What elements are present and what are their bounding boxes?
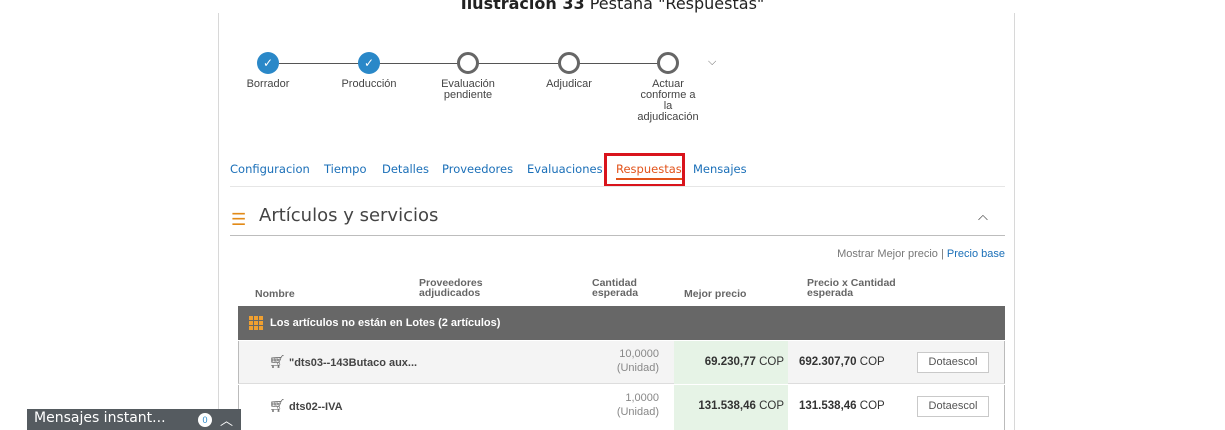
best-price-cell: 131.538,46 COP — [674, 385, 788, 430]
best-price-amount: 69.230,77 — [704, 356, 756, 368]
step-produccion[interactable]: ✓ Producción — [334, 52, 404, 90]
list-icon: ☰ — [231, 210, 247, 229]
item-quantity: 1,0000 (Unidad) — [569, 391, 659, 419]
step-label: Actuar conforme a la adjudicación — [637, 78, 699, 123]
unread-count-badge: 0 — [198, 413, 212, 427]
chat-label: Mensajes instant... — [34, 410, 166, 426]
best-price-cell: 69.230,77 COP — [674, 341, 788, 384]
collapse-chevron-icon[interactable]: ⌵ — [978, 211, 988, 227]
step-label: Adjudicar — [546, 78, 592, 90]
figure-caption: Ilustración 33 Pestaña "Respuestas" — [0, 0, 1225, 13]
tab-evaluaciones[interactable]: Evaluaciones — [527, 162, 603, 176]
item-name[interactable]: dts02--IVA — [289, 401, 343, 413]
pending-circle-icon — [657, 52, 679, 74]
base-price-link[interactable]: Precio base — [947, 248, 1005, 260]
tab-detalles[interactable]: Detalles — [382, 162, 429, 176]
pending-circle-icon — [558, 52, 580, 74]
column-header-awarded: Proveedores adjudicados — [419, 278, 483, 299]
step-borrador[interactable]: ✓ Borrador — [233, 52, 303, 90]
tab-configuracion[interactable]: Configuracion — [230, 162, 310, 176]
best-price: 131.538,46 COP — [698, 400, 784, 412]
step-label: Borrador — [246, 78, 290, 90]
step-evaluacion-pendiente[interactable]: Evaluación pendiente — [432, 52, 504, 101]
column-header-quantity: Cantidad esperada — [592, 278, 639, 299]
quantity-unit: (Unidad) — [616, 406, 659, 418]
currency: COP — [859, 356, 885, 368]
column-header-total: Precio x Cantidad esperada — [807, 278, 896, 299]
lot-group-header[interactable]: Los artículos no están en Lotes (2 artíc… — [238, 306, 1005, 340]
quantity-unit: (Unidad) — [616, 362, 659, 374]
table-row: 🛒︎ dts02--IVA 1,0000 (Unidad) x 131.538,… — [238, 385, 1005, 430]
item-quantity: 10,0000 (Unidad) — [569, 347, 659, 375]
caption-text: Pestaña "Respuestas" — [589, 0, 765, 13]
step-actuar[interactable]: Actuar conforme a la adjudicación — [633, 52, 703, 123]
supplier-button[interactable]: Dotaescol — [917, 352, 989, 373]
supplier-button[interactable]: Dotaescol — [917, 396, 989, 417]
check-icon: ✓ — [358, 52, 380, 74]
cart-icon: 🛒︎ — [269, 398, 286, 413]
divider — [230, 235, 1005, 236]
column-header-best-price: Mejor precio — [684, 288, 747, 300]
header-line: esperada — [592, 287, 639, 299]
currency: COP — [859, 400, 885, 412]
total-price: 131.538,46 COP — [799, 400, 885, 412]
cart-icon: 🛒︎ — [269, 354, 286, 369]
table-row: 🛒︎ "dts03--143Butaco aux... 10,0000 (Uni… — [238, 341, 1005, 384]
best-price-amount: 131.538,46 — [698, 400, 756, 412]
caption-number: Ilustración 33 — [460, 0, 585, 13]
process-stepper: ✓ Borrador ✓ Producción Evaluación pendi… — [247, 52, 748, 142]
total-price: 692.307,70 COP — [799, 356, 885, 368]
tab-proveedores[interactable]: Proveedores — [442, 162, 513, 176]
section-title: Artículos y servicios — [259, 205, 439, 226]
price-toggle: Mostrar Mejor precio | Precio base — [837, 248, 1005, 260]
pending-circle-icon — [457, 52, 479, 74]
group-label: Los artículos no están en Lotes (2 artíc… — [270, 317, 501, 329]
column-header-name: Nombre — [255, 288, 295, 300]
quantity-value: 1,0000 — [625, 392, 659, 404]
chevron-up-icon[interactable]: ︿ — [220, 410, 233, 429]
currency: COP — [759, 400, 784, 412]
step-label: Producción — [341, 78, 397, 90]
chevron-down-icon[interactable]: ⌵ — [708, 56, 716, 69]
price-toggle-text: Mostrar Mejor precio | — [837, 248, 944, 260]
total-price-amount: 692.307,70 — [799, 356, 857, 368]
check-icon: ✓ — [257, 52, 279, 74]
instant-messages-bar[interactable]: Mensajes instant... 0 ︿ — [27, 409, 241, 430]
step-label: Evaluación pendiente — [441, 78, 495, 101]
divider — [230, 186, 1005, 187]
best-price: 69.230,77 COP — [705, 356, 784, 368]
grid-icon — [249, 316, 263, 330]
tab-mensajes[interactable]: Mensajes — [693, 162, 747, 176]
tab-tiempo[interactable]: Tiempo — [324, 162, 366, 176]
header-line: esperada — [807, 287, 854, 299]
header-line: adjudicados — [419, 287, 481, 299]
currency: COP — [759, 356, 784, 368]
highlight-box — [604, 153, 685, 187]
item-name[interactable]: "dts03--143Butaco aux... — [289, 357, 417, 369]
quantity-value: 10,0000 — [619, 348, 659, 360]
total-price-amount: 131.538,46 — [799, 400, 857, 412]
step-adjudicar[interactable]: Adjudicar — [534, 52, 604, 90]
